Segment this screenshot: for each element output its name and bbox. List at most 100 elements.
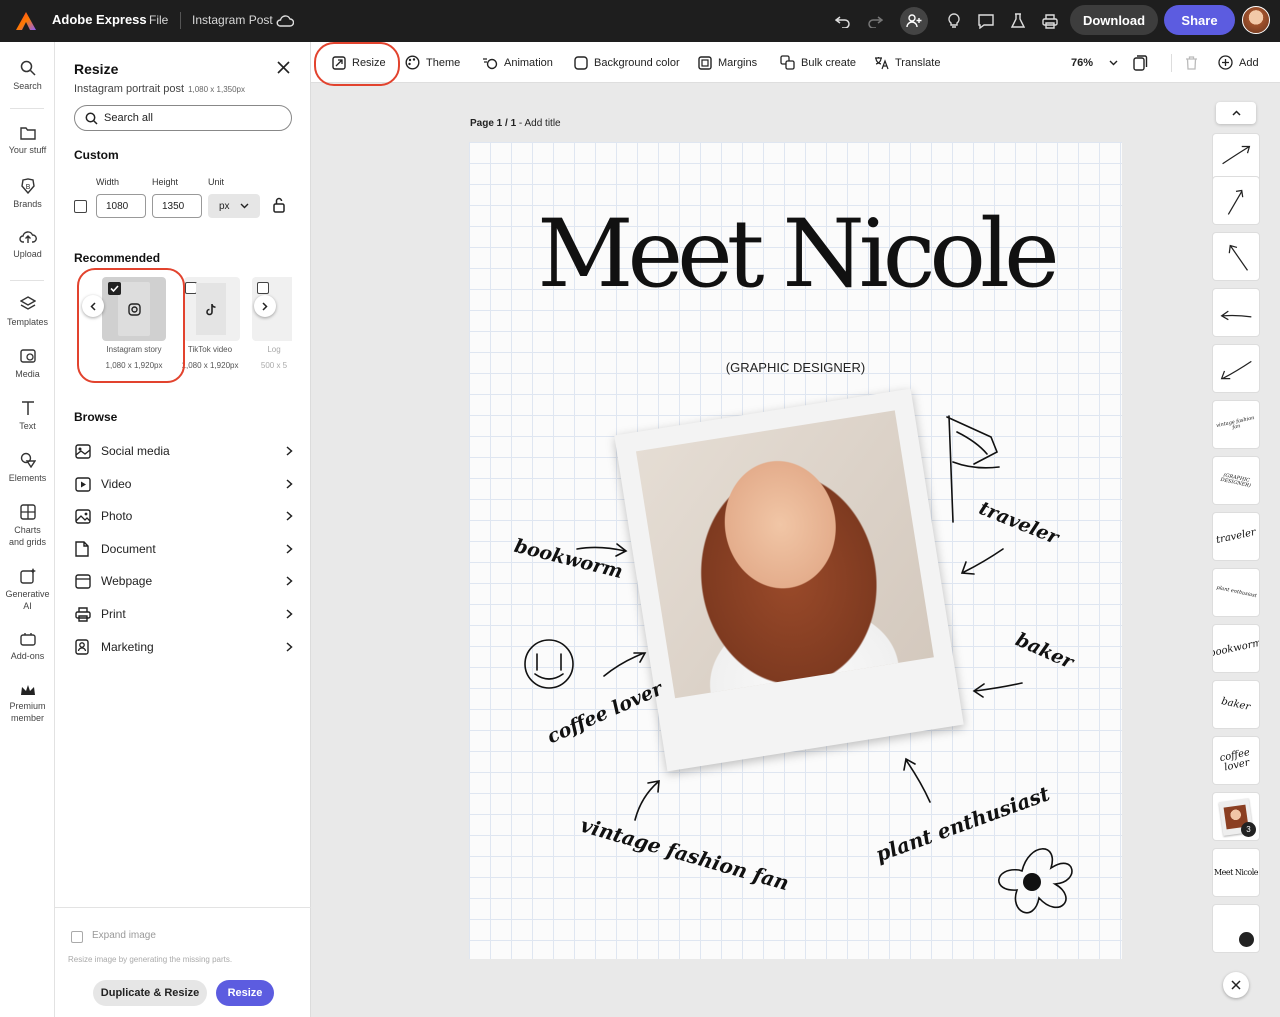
layer-thumbnail[interactable]: Meet Nicole	[1212, 848, 1260, 897]
cloud-sync-icon[interactable]	[272, 8, 298, 34]
layer-thumbnail[interactable]	[1212, 176, 1260, 225]
height-field[interactable]: 1350	[152, 194, 202, 218]
invite-user-icon[interactable]	[900, 7, 928, 35]
layer-thumbnail[interactable]	[1212, 288, 1260, 337]
adobe-express-logo-icon[interactable]	[13, 8, 39, 34]
layers-scroll-up-button[interactable]	[1216, 102, 1256, 124]
download-button[interactable]: Download	[1070, 5, 1158, 35]
unit-select[interactable]: px	[208, 194, 260, 218]
search-input[interactable]: Search all	[74, 105, 292, 131]
layer-thumbnail[interactable]: coffee lover	[1212, 736, 1260, 785]
rail-premium-member[interactable]: Premium member	[0, 684, 55, 724]
custom-heading: Custom	[74, 148, 119, 162]
rail-text[interactable]: Text	[0, 400, 55, 432]
layer-thumbnail[interactable]: bookworm	[1212, 624, 1260, 673]
design-canvas[interactable]: Meet Nicole (GRAPHIC DESIGNER) bookworm …	[469, 142, 1122, 959]
redo-icon[interactable]	[862, 8, 888, 34]
user-avatar[interactable]	[1242, 6, 1270, 34]
carousel-prev-button[interactable]	[82, 295, 104, 317]
tool-label: Resize	[352, 56, 386, 69]
app-name[interactable]: Adobe Express	[52, 12, 147, 27]
rail-add-ons[interactable]: Add-ons	[0, 632, 55, 662]
rail-media[interactable]: Media	[0, 348, 55, 380]
document-name[interactable]: Instagram Post	[192, 13, 273, 27]
tool-animation[interactable]: Animation	[482, 42, 553, 83]
media-icon	[19, 349, 36, 363]
tool-margins[interactable]: Margins	[698, 42, 757, 83]
carousel-next-button[interactable]	[254, 295, 276, 317]
format-name: Instagram portrait post	[74, 83, 185, 95]
browse-social-media[interactable]: Social media	[75, 439, 293, 463]
layer-thumbnail[interactable]: vintage fashion fan	[1212, 400, 1260, 449]
tool-background-color[interactable]: Background color	[574, 42, 680, 83]
rail-your-stuff[interactable]: Your stuff	[0, 126, 55, 156]
browse-video[interactable]: Video	[75, 472, 293, 496]
custom-size-checkbox[interactable]	[74, 200, 87, 213]
comment-icon[interactable]	[973, 8, 999, 34]
browse-print[interactable]: Print	[75, 602, 293, 626]
close-layers-button[interactable]	[1223, 972, 1249, 998]
layer-thumbnail[interactable]	[1212, 344, 1260, 393]
add-title-link[interactable]: Add title	[524, 118, 560, 129]
page-label: Page 1 / 1 - Add title	[470, 118, 561, 129]
rail-brands[interactable]: B Brands	[0, 178, 55, 210]
layer-thumbnail[interactable]	[1212, 904, 1260, 953]
layer-thumbnail[interactable]: plant enthusiast	[1212, 568, 1260, 617]
resize-button[interactable]: Resize	[216, 980, 274, 1006]
share-button[interactable]: Share	[1164, 5, 1235, 35]
tool-bulk-create[interactable]: Bulk create	[780, 42, 856, 83]
card-checkbox-checked[interactable]	[108, 282, 121, 295]
add-page-button[interactable]: Add	[1218, 42, 1259, 83]
rail-generative-ai[interactable]: Generative AI	[0, 568, 55, 612]
delete-page-button[interactable]	[1185, 42, 1198, 83]
rail-label: Add-ons	[10, 651, 45, 661]
close-icon[interactable]	[277, 61, 290, 74]
layer-thumbnail[interactable]	[1212, 133, 1260, 182]
generative-ai-icon	[19, 568, 36, 584]
tool-label: Animation	[504, 56, 553, 69]
zoom-select[interactable]: 76%	[1071, 42, 1118, 83]
card-instagram-story[interactable]	[102, 277, 166, 341]
chevron-right-icon	[286, 446, 293, 456]
tool-theme[interactable]: Theme	[405, 42, 460, 83]
rail-label: Media	[15, 369, 40, 379]
page-count-button[interactable]	[1132, 42, 1148, 83]
layer-thumbnail[interactable]: 3	[1212, 792, 1260, 841]
expand-image-checkbox[interactable]	[71, 931, 83, 943]
layer-thumbnail[interactable]: baker	[1212, 680, 1260, 729]
tool-resize[interactable]: Resize	[332, 42, 386, 83]
chevron-right-icon	[286, 511, 293, 521]
layer-caption: baker	[1220, 695, 1252, 713]
tool-translate[interactable]: Translate	[874, 42, 940, 83]
labs-flask-icon[interactable]	[1005, 8, 1031, 34]
print-icon[interactable]	[1037, 8, 1063, 34]
tool-label: Translate	[895, 56, 941, 69]
duplicate-resize-button[interactable]: Duplicate & Resize	[93, 980, 207, 1006]
undo-icon[interactable]	[830, 8, 856, 34]
file-menu[interactable]: File	[149, 13, 168, 27]
browse-document[interactable]: Document	[75, 537, 293, 561]
width-field[interactable]: 1080	[96, 194, 146, 218]
lightbulb-icon[interactable]	[941, 8, 967, 34]
layer-thumbnail[interactable]: traveler	[1212, 512, 1260, 561]
card-size: 1,080 x 1,920px	[181, 361, 239, 370]
rail-charts-grids[interactable]: Charts and grids	[0, 504, 55, 548]
rail-search[interactable]: Search	[0, 60, 55, 92]
document-icon	[75, 541, 89, 557]
folder-icon	[19, 127, 36, 140]
layers-panel: vintage fashion fan (GRAPHIC DESIGNER) tra…	[1206, 98, 1266, 1010]
browse-webpage[interactable]: Webpage	[75, 569, 293, 593]
rail-upload[interactable]: Upload	[0, 230, 55, 260]
arrow-doodle-icon	[1220, 310, 1252, 320]
crown-icon	[20, 685, 35, 695]
layer-thumbnail[interactable]: (GRAPHIC DESIGNER)	[1212, 456, 1260, 505]
upload-icon	[18, 231, 37, 243]
rail-templates[interactable]: Templates	[0, 296, 55, 328]
card-checkbox[interactable]	[257, 282, 269, 294]
lock-aspect-icon[interactable]	[272, 197, 286, 213]
browse-marketing[interactable]: Marketing	[75, 635, 293, 659]
card-tiktok-video[interactable]	[184, 277, 240, 341]
layer-thumbnail[interactable]	[1212, 232, 1260, 281]
browse-photo[interactable]: Photo	[75, 504, 293, 528]
rail-elements[interactable]: Elements	[0, 452, 55, 484]
